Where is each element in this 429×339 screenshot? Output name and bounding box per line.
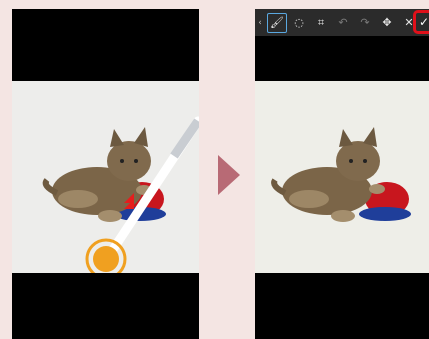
before-screen	[12, 9, 199, 339]
redo-icon[interactable]: ↷	[355, 13, 375, 33]
after-screen: ‹ 🖌 ◌ ⌗ ↶ ↷ ✥ ✕ ✓	[255, 9, 429, 339]
transition-arrow	[218, 155, 240, 195]
check-icon[interactable]: ✓	[413, 10, 429, 34]
brush-icon[interactable]: 🖌	[267, 12, 287, 33]
editor-toolbar: ‹ 🖌 ◌ ⌗ ↶ ↷ ✥ ✕ ✓	[255, 9, 429, 36]
crop-icon[interactable]: ⌗	[311, 13, 331, 33]
kitten-photo-after	[255, 81, 429, 273]
undo-icon[interactable]: ↶	[333, 13, 353, 33]
chevron-left-icon[interactable]: ‹	[255, 13, 265, 33]
move-icon[interactable]: ✥	[377, 13, 397, 33]
kitten-photo-before	[12, 81, 199, 273]
eraser-icon[interactable]: ◌	[289, 13, 309, 33]
